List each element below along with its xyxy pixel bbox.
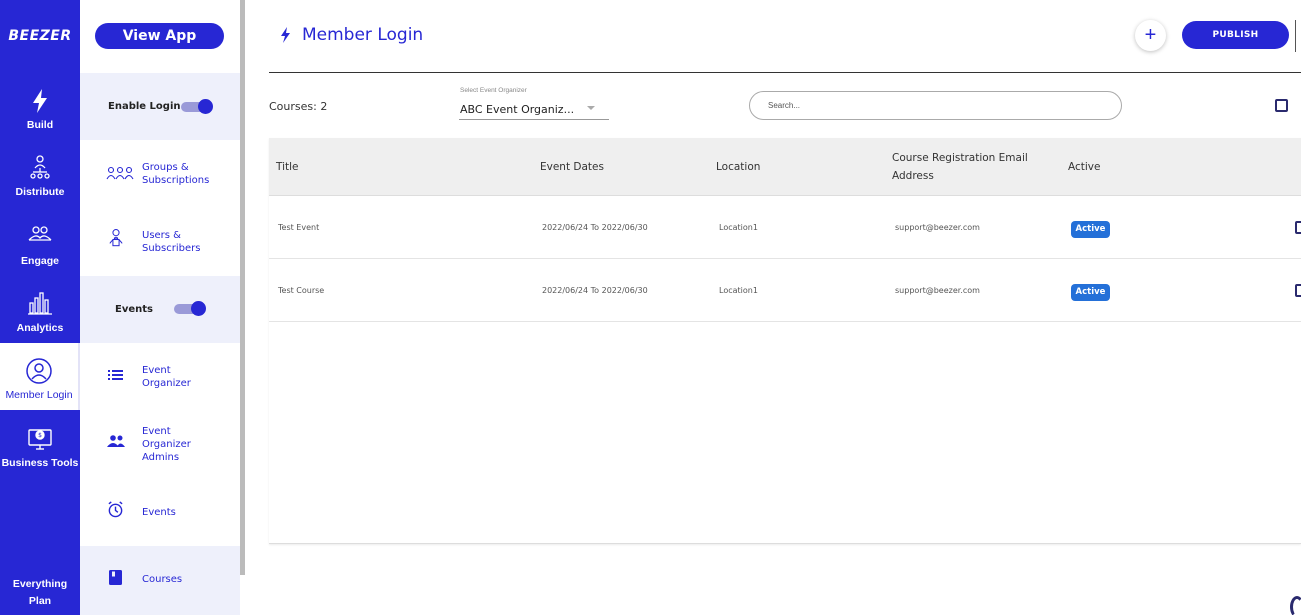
column-header-location[interactable]: Location — [716, 158, 760, 176]
label-line: Event — [142, 426, 171, 437]
enable-login-label: Enable Login — [108, 101, 181, 112]
courses-label: Courses — [142, 574, 183, 585]
member-login-icon — [26, 358, 52, 384]
cell-location: Location1 — [719, 286, 758, 295]
table-row[interactable]: Test Course 2022/06/24 To 2022/06/30 Loc… — [269, 259, 1301, 322]
sidebar-item-users-subscribers[interactable]: Users & Subscribers — [80, 208, 240, 276]
rail-item-build[interactable]: Build — [0, 86, 80, 152]
header-line: Course Registration Email — [892, 152, 1028, 164]
cell-email: support@beezer.com — [895, 223, 980, 232]
events-section: Events — [80, 276, 240, 343]
events-toggle[interactable] — [174, 301, 206, 316]
view-app-button[interactable]: View App — [95, 23, 224, 49]
list-icon — [108, 370, 123, 380]
column-header-title[interactable]: Title — [276, 158, 299, 176]
cell-dates: 2022/06/24 To 2022/06/30 — [542, 286, 648, 295]
cell-title: Test Course — [278, 286, 325, 295]
search-input[interactable] — [749, 91, 1122, 120]
user-lock-icon — [109, 229, 123, 247]
table-header: Title Event Dates Location Course Regist… — [269, 138, 1301, 196]
header-line: Address — [892, 170, 934, 182]
rail-item-label: Business Tools — [1, 457, 79, 469]
svg-text:$: $ — [38, 432, 42, 439]
rail-item-label: Distribute — [15, 186, 65, 198]
toggle-knob — [198, 99, 213, 114]
rail-item-distribute[interactable]: Distribute — [0, 153, 80, 219]
status-badge: Active — [1071, 221, 1110, 238]
rail-item-engage[interactable]: Engage — [0, 222, 80, 288]
label-line: Organizer — [142, 378, 191, 389]
engage-icon — [28, 226, 52, 241]
courses-table: Title Event Dates Location Course Regist… — [269, 138, 1301, 544]
beezer-logo[interactable]: BEEZER — [0, 28, 80, 44]
events-label: Events — [142, 507, 176, 518]
cell-email: support@beezer.com — [895, 286, 980, 295]
plan-name-line2: Plan — [28, 595, 52, 607]
sidebar-scrollbar[interactable] — [240, 0, 245, 575]
label-line: Users & — [142, 230, 181, 241]
select-all-checkbox[interactable] — [1275, 99, 1288, 112]
enable-login-toggle[interactable] — [181, 99, 213, 114]
label-line: Subscriptions — [142, 175, 210, 186]
groups-subscriptions-label: Groups & Subscriptions — [142, 161, 209, 187]
rail-item-member-login[interactable]: Member Login — [0, 343, 80, 410]
rail-item-label: Analytics — [16, 322, 64, 334]
users-subscribers-label: Users & Subscribers — [142, 229, 200, 255]
events-section-label: Events — [115, 304, 153, 315]
rail-item-label: Engage — [21, 255, 59, 267]
sidebar-item-events[interactable]: Events — [80, 479, 240, 546]
rail-item-label: Member Login — [5, 389, 73, 401]
status-badge: Active — [1071, 284, 1110, 301]
groups-icon — [106, 166, 134, 180]
cell-dates: 2022/06/24 To 2022/06/30 — [542, 223, 648, 232]
label-line: Subscribers — [142, 243, 201, 254]
bolt-icon — [281, 27, 290, 43]
row-checkbox[interactable] — [1295, 284, 1301, 297]
sidebar-item-courses[interactable]: Courses — [80, 546, 240, 615]
bolt-icon — [33, 89, 47, 113]
plan-name-line1: Everything — [12, 578, 68, 590]
event-organizer-label: Event Organizer — [142, 364, 191, 390]
header-rule — [269, 72, 1301, 73]
page-title: Member Login — [302, 25, 424, 45]
book-icon — [109, 570, 122, 585]
cell-location: Location1 — [719, 223, 758, 232]
distribute-icon — [30, 155, 50, 179]
alarm-clock-icon — [108, 501, 123, 518]
people-icon — [107, 435, 125, 447]
rail-item-business-tools[interactable]: $ Business Tools — [0, 424, 80, 490]
header-divider — [1295, 20, 1296, 52]
table-row[interactable]: Test Event 2022/06/24 To 2022/06/30 Loca… — [269, 196, 1301, 259]
publish-button[interactable]: PUBLISH — [1182, 21, 1289, 49]
organizer-select-label: Select Event Organizer — [460, 87, 527, 94]
add-button[interactable]: + — [1135, 20, 1166, 51]
sidebar-item-event-organizer[interactable]: Event Organizer — [80, 343, 240, 411]
business-tools-icon: $ — [28, 429, 52, 450]
plan-label[interactable]: Everything Plan — [0, 576, 80, 610]
courses-count: Courses: 2 — [269, 100, 328, 113]
row-checkbox[interactable] — [1295, 221, 1301, 234]
secondary-sidebar: View App Enable Login Groups & Subscript… — [80, 0, 240, 615]
rail-item-label: Build — [26, 119, 54, 131]
caret-down-icon — [587, 106, 595, 110]
help-widget-edge[interactable] — [1290, 596, 1301, 615]
event-organizer-admins-label: Event Organizer Admins — [142, 425, 191, 464]
enable-login-section: Enable Login — [80, 73, 240, 140]
organizer-selected-value: ABC Event Organiz... — [460, 103, 575, 116]
column-header-active[interactable]: Active — [1068, 158, 1100, 176]
label-line: Groups & — [142, 162, 189, 173]
sidebar-item-event-organizer-admins[interactable]: Event Organizer Admins — [80, 411, 240, 479]
cell-title: Test Event — [278, 223, 320, 232]
column-header-event-dates[interactable]: Event Dates — [540, 158, 604, 176]
toggle-knob — [191, 301, 206, 316]
analytics-icon — [28, 292, 52, 315]
label-line: Organizer — [142, 439, 191, 450]
event-organizer-select[interactable]: ABC Event Organiz... — [459, 98, 609, 120]
column-header-email[interactable]: Course Registration Email Address — [892, 149, 1028, 185]
left-rail: BEEZER Build Distribute Engage Analytics… — [0, 0, 80, 615]
label-line: Event — [142, 365, 171, 376]
label-line: Admins — [142, 452, 180, 463]
sidebar-item-groups-subscriptions[interactable]: Groups & Subscriptions — [80, 140, 240, 208]
